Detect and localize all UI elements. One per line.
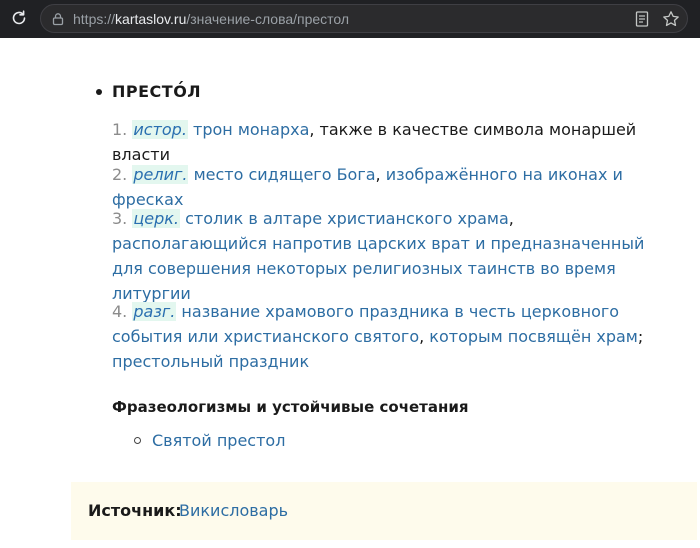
url-path: /значение-слова/престол (186, 11, 350, 27)
sense-link[interactable]: престольный праздник (112, 352, 309, 371)
sense-separator: , (375, 165, 386, 184)
headword-item: ПРЕСТО́Л (96, 82, 201, 101)
sense-link[interactable]: располагающийся напротив царских врат и … (112, 234, 644, 303)
phraseology-heading: Фразеологизмы и устойчивые сочетания (112, 398, 469, 416)
reader-mode-icon[interactable] (633, 10, 651, 28)
sense-number: 3. (112, 209, 128, 228)
favorite-star-icon[interactable] (661, 9, 681, 29)
site-info-icon[interactable] (50, 11, 66, 27)
sense-item: 1. истор. трон монарха, также в качестве… (112, 117, 672, 167)
sense-text: , также в качестве символа монаршей влас… (112, 120, 637, 164)
address-bar[interactable]: https://kartaslov.ru/значение-слова/прес… (40, 4, 688, 33)
url-host: kartaslov.ru (115, 11, 187, 27)
sense-number: 1. (112, 120, 128, 139)
phraseology-item: Святой престол (134, 431, 285, 450)
sense-number: 2. (112, 165, 128, 184)
sense-link[interactable]: которым посвящён храм (429, 327, 638, 346)
sense-link[interactable]: трон монарха (193, 120, 309, 139)
sense-item: 4. разг. название храмового праздника в … (112, 299, 672, 374)
sense-number: 4. (112, 302, 128, 321)
source-label: Источник: (88, 501, 182, 520)
sense-link[interactable]: место сидящего Бога (194, 165, 376, 184)
phraseology-link[interactable]: Святой престол (152, 431, 285, 450)
sense-tag[interactable]: церк. (132, 209, 180, 228)
source-box: Источник: Викисловарь (71, 482, 697, 540)
reload-icon[interactable] (9, 8, 29, 28)
bullet-icon (96, 88, 102, 95)
sense-item: 2. религ. место сидящего Бога, изображён… (112, 162, 672, 212)
url-protocol: https:// (73, 11, 116, 27)
sense-tag[interactable]: разг. (132, 302, 177, 321)
headword: ПРЕСТО́Л (112, 82, 202, 101)
sense-separator: , (419, 327, 430, 346)
sense-separator: , (508, 209, 514, 228)
url-text[interactable]: https://kartaslov.ru/значение-слова/прес… (73, 11, 349, 28)
sense-separator: ; (637, 327, 644, 346)
page-content: ПРЕСТО́Л 1. истор. трон монарха, также в… (0, 38, 700, 548)
sense-link[interactable]: столик в алтаре христианского храма (185, 209, 509, 228)
sense-tag[interactable]: религ. (132, 165, 189, 184)
sense-item: 3. церк. столик в алтаре христианского х… (112, 206, 672, 306)
browser-toolbar: https://kartaslov.ru/значение-слова/прес… (0, 0, 700, 38)
circle-bullet-icon (134, 437, 141, 444)
sense-tag[interactable]: истор. (132, 120, 188, 139)
source-link[interactable]: Викисловарь (179, 501, 288, 520)
